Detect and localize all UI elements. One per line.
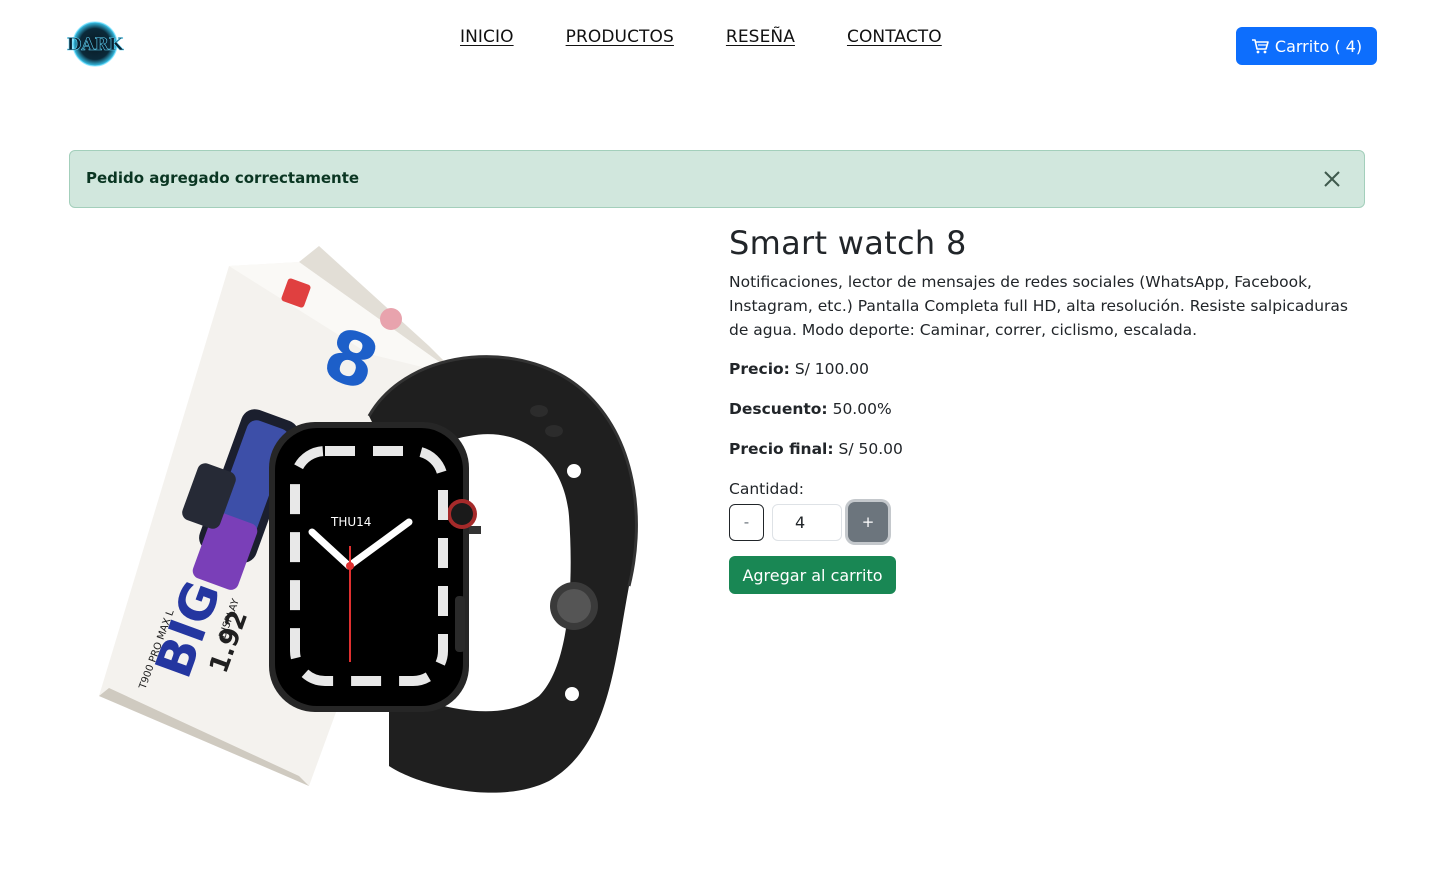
nav-inicio[interactable]: INICIO bbox=[460, 27, 514, 47]
site-header: DARK INICIO PRODUCTOS RESEÑA CONTACTO Ca… bbox=[0, 0, 1440, 90]
quantity-increase-button[interactable]: + bbox=[848, 502, 888, 542]
cart-label: Carrito ( 4) bbox=[1274, 36, 1363, 56]
nav-productos[interactable]: PRODUCTOS bbox=[566, 27, 674, 47]
quantity-decrease-button[interactable]: - bbox=[729, 503, 764, 541]
discount-value: 50.00% bbox=[832, 400, 892, 418]
price-value: S/ 100.00 bbox=[794, 360, 870, 378]
final-price-label: Precio final: bbox=[729, 440, 834, 458]
logo-icon: DARK bbox=[66, 21, 124, 67]
watch-day: THU14 bbox=[330, 515, 371, 529]
nav-resena[interactable]: RESEÑA bbox=[726, 27, 795, 47]
discount-row: Descuento: 50.00% bbox=[729, 397, 892, 421]
price-row: Precio: S/ 100.00 bbox=[729, 357, 869, 381]
quantity-input[interactable] bbox=[772, 503, 842, 541]
price-label: Precio: bbox=[729, 360, 790, 378]
final-price-row: Precio final: S/ 50.00 bbox=[729, 437, 903, 461]
product-description: Notificaciones, lector de mensajes de re… bbox=[729, 273, 1349, 339]
product-title: Smart watch 8 bbox=[729, 224, 967, 262]
logo-text: DARK bbox=[67, 35, 124, 55]
cart-button[interactable]: Carrito ( 4) bbox=[1236, 27, 1377, 65]
final-price-value: S/ 50.00 bbox=[838, 440, 903, 458]
discount-label: Descuento: bbox=[729, 400, 828, 418]
dark-logo[interactable]: DARK bbox=[66, 20, 124, 68]
quantity-label: Cantidad: bbox=[729, 480, 804, 498]
main-nav: INICIO PRODUCTOS RESEÑA CONTACTO bbox=[460, 27, 942, 47]
success-alert: Pedido agregado correctamente bbox=[69, 150, 1365, 208]
product-details: Smart watch 8 Notificaciones, lector de … bbox=[729, 222, 1369, 594]
cart-icon bbox=[1251, 39, 1269, 54]
add-to-cart-button[interactable]: Agregar al carrito bbox=[729, 556, 896, 594]
close-icon[interactable] bbox=[1322, 169, 1342, 189]
watch-case: THU14 bbox=[269, 422, 481, 712]
quantity-stepper: - + bbox=[729, 502, 888, 542]
nav-contacto[interactable]: CONTACTO bbox=[847, 27, 942, 47]
alert-message: Pedido agregado correctamente bbox=[86, 169, 360, 187]
smart-watch-image: 8 BIG 1.92 DISPLAY T900 PRO MAX L THU14 bbox=[69, 226, 689, 836]
